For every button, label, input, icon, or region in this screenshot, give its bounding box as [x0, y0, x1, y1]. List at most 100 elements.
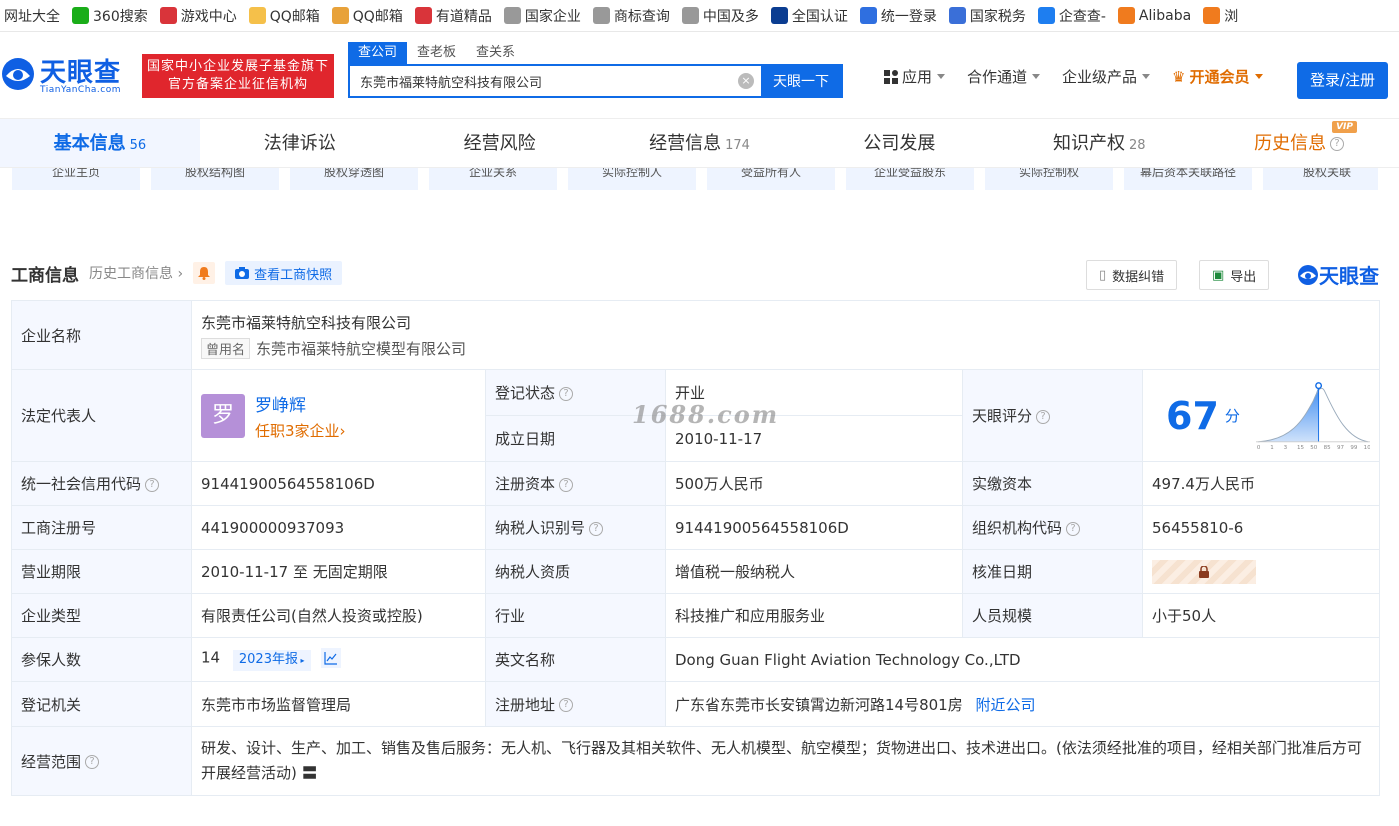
sub-tab-item[interactable]: 股权穿透图 — [290, 168, 418, 190]
help-icon[interactable]: ? — [559, 698, 574, 712]
tab-ip[interactable]: 知识产权 28 — [999, 119, 1199, 167]
nav-apps[interactable]: 应用 — [884, 66, 946, 87]
official-badge: 国家中小企业发展子基金旗下 官方备案企业征信机构 — [142, 54, 334, 98]
bookmark-item[interactable]: 国家企业 — [500, 0, 589, 31]
bookmark-item[interactable]: 浏 — [1199, 0, 1246, 31]
bookmark-item[interactable]: 360搜索 — [68, 0, 156, 31]
tab-development[interactable]: 公司发展 — [799, 119, 999, 167]
bookmark-item[interactable]: 中国及多 — [678, 0, 767, 31]
sub-tab-item[interactable]: 企业受益股东 — [846, 168, 974, 190]
help-icon[interactable]: ? — [145, 477, 160, 492]
bookmark-favicon-icon — [248, 7, 266, 24]
search-button[interactable]: 天眼一下 — [761, 66, 841, 96]
bookmark-label: 中国及多 — [702, 8, 759, 25]
bookmark-item[interactable]: Alibaba — [1114, 0, 1199, 31]
help-icon[interactable]: ? — [589, 521, 604, 536]
export-label: 导出 — [1230, 269, 1257, 285]
scope-label: 经营范围 — [21, 752, 82, 771]
cell-label: 法定代表人 — [11, 369, 192, 462]
bookmark-label: QQ邮箱 — [352, 8, 403, 25]
login-button[interactable]: 登录/注册 — [1297, 62, 1388, 99]
correct-data-button[interactable]: ▯ 数据纠错 — [1086, 260, 1178, 290]
search-tab-company[interactable]: 查公司 — [348, 42, 408, 64]
bookmark-favicon-icon — [1203, 7, 1221, 24]
table-row: 营业期限 2010-11-17 至 无固定期限 纳税人资质 增值税一般纳税人 核… — [11, 549, 1381, 594]
nav-apps-label: 应用 — [902, 68, 933, 86]
nav-enterprise[interactable]: 企业级产品 — [1062, 66, 1151, 87]
brand-logo: 天眼查 — [1297, 260, 1379, 289]
bookmark-favicon-icon — [1037, 7, 1055, 24]
cell-label: 纳税人资质 — [485, 549, 666, 594]
sub-tab-item[interactable]: 实际控制人 — [568, 168, 696, 190]
tab-basic-info[interactable]: 基本信息 56 — [0, 119, 200, 167]
bookmark-item[interactable]: QQ邮箱 — [328, 0, 411, 31]
brand-text: 天眼查 — [1319, 264, 1379, 288]
table-row: 经营范围? 研发、设计、生产、加工、销售及售后服务：无人机、飞行器及其相关软件、… — [11, 726, 1381, 796]
bookmark-item[interactable]: 有道精品 — [411, 0, 500, 31]
cell-label: 工商注册号 — [11, 505, 192, 550]
tab-label: 公司发展 — [863, 133, 936, 154]
bookmark-label: 国家税务 — [969, 8, 1026, 25]
sub-tab-item[interactable]: 实际控制权 — [985, 168, 1113, 190]
authority: 东莞市市场监督管理局 — [191, 681, 486, 727]
nav-vip[interactable]: ♛ 开通会员 — [1172, 66, 1263, 87]
section-title: 工商信息 — [11, 265, 79, 286]
trend-chart-icon[interactable] — [321, 648, 342, 669]
bookmark-item[interactable]: 全国认证 — [767, 0, 856, 31]
cell-label: 注册资本? — [485, 461, 666, 506]
help-icon[interactable]: ? — [1036, 409, 1051, 424]
sub-tab-item[interactable]: 受益所有人 — [707, 168, 835, 190]
bell-icon[interactable] — [193, 262, 216, 284]
avatar[interactable]: 罗 — [201, 393, 245, 438]
search-input[interactable] — [350, 66, 731, 96]
clear-button[interactable]: × — [731, 66, 761, 96]
history-link-label: 历史工商信息 — [89, 266, 173, 282]
tab-risk[interactable]: 经营风险 — [400, 119, 600, 167]
cell-label: 登记机关 — [11, 681, 192, 727]
tab-label: 历史信息 — [1254, 133, 1327, 154]
sub-tab-item[interactable]: 企业主页 — [12, 168, 140, 190]
help-icon[interactable]: ? — [559, 386, 574, 401]
annual-report-tag[interactable]: 2023年报 ▸ — [232, 649, 311, 671]
bookmark-item[interactable]: 统一登录 — [856, 0, 945, 31]
bookmark-item[interactable]: 网址大全 — [0, 0, 68, 31]
score-distribution-chart[interactable]: 0 1 3 15 50 85 97 99 100 — [1255, 378, 1371, 454]
bookmark-item[interactable]: 企查查- — [1034, 0, 1114, 31]
sub-tab-item[interactable]: 股权结构图 — [151, 168, 279, 190]
eye-logo-icon — [1298, 264, 1318, 285]
paid-capital: 497.4万人民币 — [1141, 461, 1381, 506]
help-icon[interactable]: ? — [85, 755, 100, 769]
sub-tab-item[interactable]: 企业关系 — [429, 168, 557, 190]
collapse-icon[interactable]: 〓 — [297, 764, 317, 782]
sub-tab-item[interactable]: 幕后资本关联路径 — [1124, 168, 1252, 190]
address-label: 注册地址 — [495, 695, 556, 714]
score-tick-label: 99 — [1350, 445, 1358, 451]
help-icon[interactable]: ? — [1066, 521, 1081, 536]
company-name: 东莞市福莱特航空科技有限公司 — [201, 313, 412, 332]
export-button[interactable]: ▣ 导出 — [1199, 260, 1270, 290]
header-nav: 应用 合作通道 企业级产品 ♛ 开通会员 — [884, 66, 1285, 87]
legal-rep-companies-link[interactable]: 任职3家企业› — [255, 420, 346, 441]
bookmark-item[interactable]: 国家税务 — [945, 0, 1034, 31]
legal-rep-link[interactable]: 罗峥辉 — [255, 391, 346, 416]
bookmark-item[interactable]: 游戏中心 — [156, 0, 245, 31]
annual-report-label: 2023年报 — [238, 651, 298, 667]
site-logo[interactable]: 天眼查 TianYanCha.com — [0, 52, 140, 102]
sub-tab-item[interactable]: 股权关联 — [1263, 168, 1378, 190]
search-tab-relation[interactable]: 查关系 — [466, 42, 525, 64]
badge-line1: 国家中小企业发展子基金旗下 — [146, 59, 329, 74]
bookmark-item[interactable]: QQ邮箱 — [245, 0, 328, 31]
history-link[interactable]: 历史工商信息 › — [89, 263, 183, 283]
tab-history[interactable]: 历史信息? VIP — [1199, 119, 1399, 167]
locked-value[interactable] — [1152, 559, 1256, 584]
nav-enterprise-label: 企业级产品 — [1062, 68, 1138, 86]
score-tick-label: 1 — [1270, 445, 1274, 451]
search-tab-boss[interactable]: 查老板 — [407, 42, 466, 64]
bookmark-item[interactable]: 商标查询 — [589, 0, 678, 31]
nav-partner[interactable]: 合作通道 — [967, 66, 1041, 87]
snapshot-button[interactable]: 查看工商快照 — [225, 261, 343, 285]
help-icon[interactable]: ? — [559, 477, 574, 492]
nearby-companies-link[interactable]: 附近公司 — [976, 696, 1036, 714]
tab-legal[interactable]: 法律诉讼 — [200, 119, 400, 167]
tab-operation[interactable]: 经营信息 174 — [600, 119, 800, 167]
